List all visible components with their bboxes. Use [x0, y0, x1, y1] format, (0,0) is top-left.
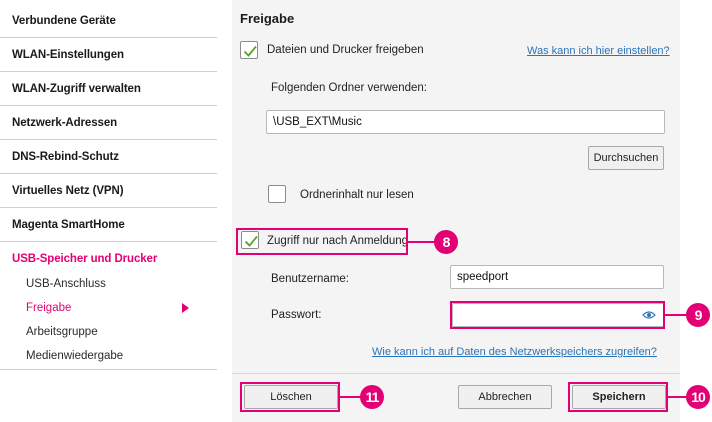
sidebar-subitem-medienwiedergabe[interactable]: Medienwiedergabe	[0, 344, 217, 368]
readonly-label: Ordnerinhalt nur lesen	[300, 189, 414, 201]
share-files-label: Dateien und Drucker freigeben	[267, 44, 424, 56]
footer-divider	[232, 373, 680, 374]
share-files-checkbox[interactable]	[240, 41, 258, 59]
sidebar-item-usb-speicher[interactable]: USB-Speicher und Drucker	[0, 242, 217, 276]
password-input[interactable]	[452, 303, 664, 327]
cancel-button[interactable]: Abbrechen	[458, 385, 552, 409]
checkmark-icon	[243, 45, 257, 57]
page-title: Freigabe	[240, 11, 295, 26]
readonly-checkbox[interactable]	[268, 185, 286, 203]
browse-button[interactable]: Durchsuchen	[588, 146, 664, 170]
folder-label: Folgenden Ordner verwenden:	[271, 82, 427, 94]
username-label: Benutzername:	[271, 273, 349, 285]
network-storage-help-link[interactable]: Wie kann ich auf Daten des Netzwerkspeic…	[372, 346, 657, 358]
checkmark-icon	[244, 235, 258, 247]
callout-badge-8: 8	[434, 230, 458, 254]
callout-badge-11: 11	[360, 385, 384, 409]
login-required-label: Zugriff nur nach Anmeldung	[267, 235, 409, 247]
freigabe-panel: Freigabe Dateien und Drucker freigeben W…	[232, 0, 680, 422]
sidebar-item-dns-rebind-schutz[interactable]: DNS-Rebind-Schutz	[0, 140, 217, 174]
sidebar-nav: Verbundene Geräte WLAN-Einstellungen WLA…	[0, 0, 217, 370]
sidebar-subitem-freigabe-label: Freigabe	[26, 302, 72, 314]
username-input[interactable]: speedport	[450, 265, 664, 289]
sidebar-item-vpn[interactable]: Virtuelles Netz (VPN)	[0, 174, 217, 208]
sidebar-subitem-usb-anschluss[interactable]: USB-Anschluss	[0, 272, 217, 296]
active-arrow-icon	[182, 303, 189, 313]
sidebar-item-verbundene-geraete[interactable]: Verbundene Geräte	[0, 4, 217, 38]
folder-path-input[interactable]: \USB_EXT\Music	[266, 110, 665, 134]
sidebar-subitem-freigabe[interactable]: Freigabe	[0, 296, 217, 320]
sidebar-item-wlan-zugriff[interactable]: WLAN-Zugriff verwalten	[0, 72, 217, 106]
delete-button[interactable]: Löschen	[244, 385, 338, 409]
callout-badge-9: 9	[686, 303, 710, 327]
sidebar-divider	[0, 369, 217, 370]
sidebar-item-smarthome[interactable]: Magenta SmartHome	[0, 208, 217, 242]
callout-connector-login	[408, 241, 436, 243]
callout-connector-save	[668, 396, 688, 398]
sidebar-subitem-arbeitsgruppe[interactable]: Arbeitsgruppe	[0, 320, 217, 344]
login-required-checkbox[interactable]	[241, 231, 259, 249]
callout-badge-10: 10	[686, 385, 710, 409]
password-label: Passwort:	[271, 309, 322, 321]
save-button[interactable]: Speichern	[572, 385, 666, 409]
sidebar-item-netzwerk-adressen[interactable]: Netzwerk-Adressen	[0, 106, 217, 140]
help-link[interactable]: Was kann ich hier einstellen?	[527, 45, 670, 57]
callout-connector-delete	[340, 396, 362, 398]
sidebar-item-wlan-einstellungen[interactable]: WLAN-Einstellungen	[0, 38, 217, 72]
show-password-eye-icon[interactable]	[642, 310, 656, 320]
